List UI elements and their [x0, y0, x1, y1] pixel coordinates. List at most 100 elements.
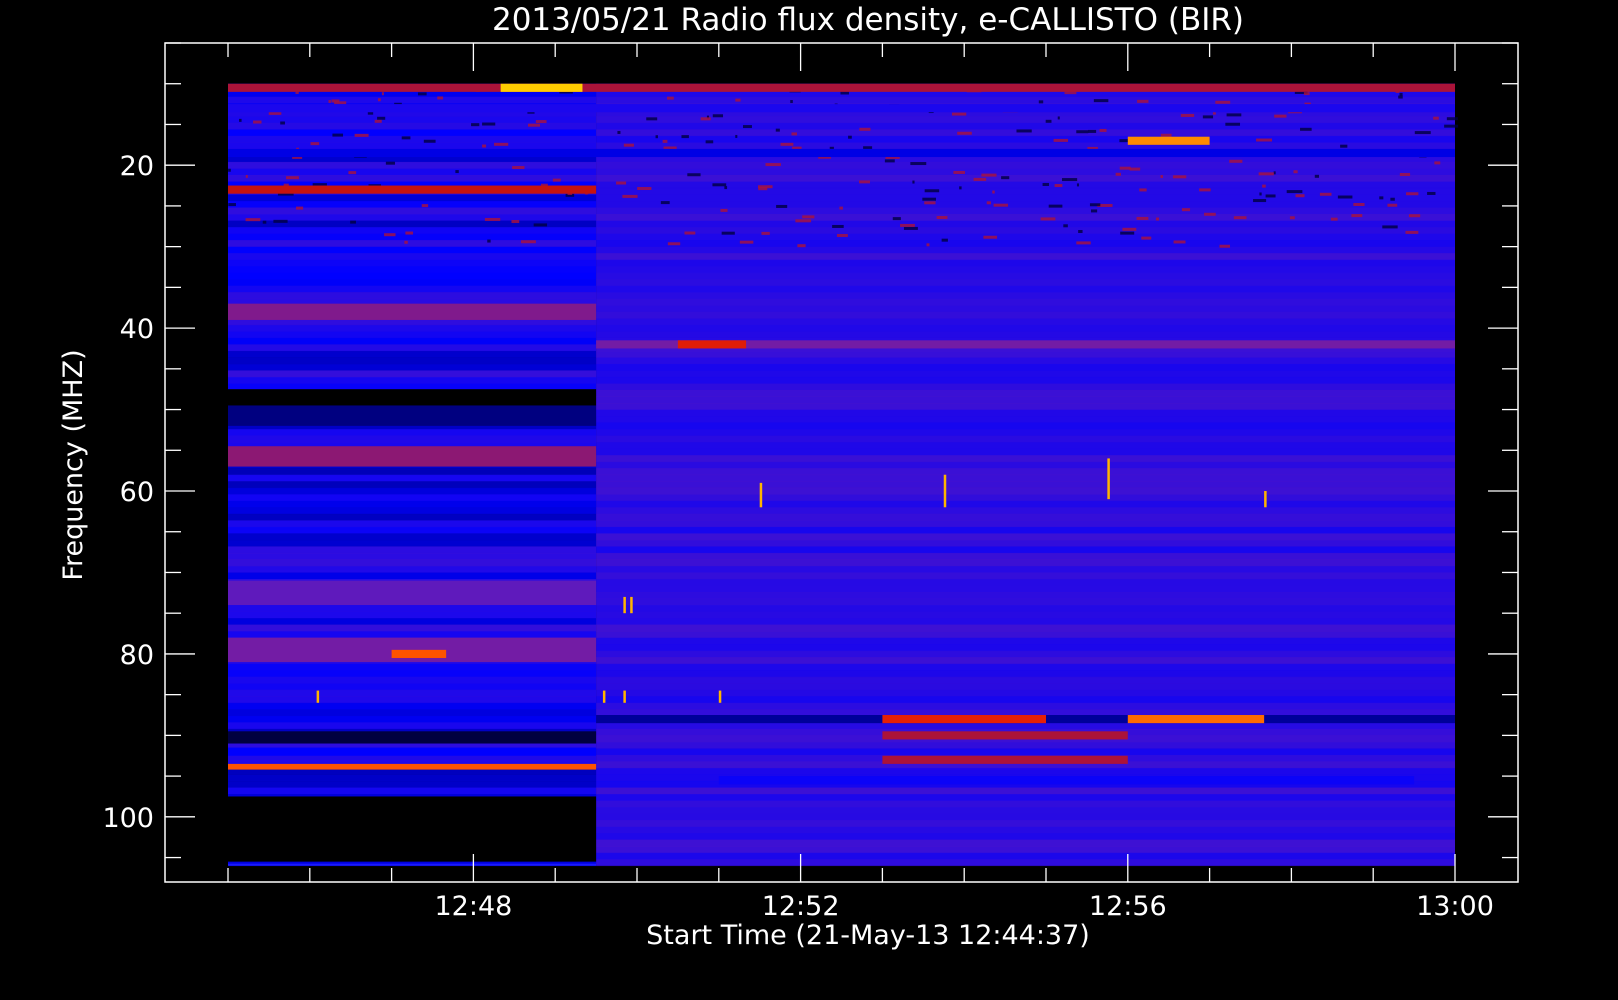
noise-speckle [735, 98, 741, 102]
noise-speckle [1199, 188, 1211, 192]
noise-speckle [1141, 236, 1152, 240]
noise-row [596, 800, 1455, 808]
noise-speckle [245, 174, 248, 178]
noise-speckle [1314, 174, 1320, 178]
noise-row [596, 598, 1455, 606]
noise-speckle [228, 203, 236, 207]
noise-row [596, 670, 1455, 678]
noise-row [596, 487, 1455, 495]
noise-row [228, 207, 597, 215]
noise-row [596, 611, 1455, 619]
noise-speckle [1256, 138, 1273, 142]
noise-speckle [1120, 231, 1135, 235]
noise-row [596, 826, 1455, 834]
noise-speckle [385, 161, 395, 165]
noise-speckle [1180, 113, 1195, 117]
noise-speckle [1076, 241, 1091, 245]
noise-speckle [520, 240, 536, 244]
noise-speckle [765, 163, 781, 167]
noise-speckle [992, 190, 995, 194]
noise-row [596, 722, 1455, 730]
noise-row [596, 624, 1455, 632]
noise-speckle [776, 204, 788, 208]
noise-row [596, 324, 1455, 332]
noise-speckle [1139, 188, 1147, 192]
noise-speckle [1382, 225, 1398, 229]
noise-speckle [1295, 194, 1305, 198]
spectrogram-band [228, 731, 597, 744]
noise-speckle [1119, 166, 1131, 170]
noise-row [228, 168, 597, 176]
noise-row [596, 767, 1455, 775]
noise-speckle [354, 133, 369, 137]
spectrogram-band [391, 649, 447, 658]
spectrogram-band [228, 83, 1455, 92]
noise-speckle [1353, 202, 1365, 206]
noise-speckle [912, 180, 915, 184]
noise-row [596, 741, 1455, 749]
spectrogram-band [500, 83, 583, 92]
noise-speckle [687, 173, 701, 177]
noise-row [596, 572, 1455, 580]
noise-row [596, 787, 1455, 795]
noise-speckle [1160, 133, 1172, 137]
noise-row [228, 754, 597, 762]
noise-row [228, 370, 597, 378]
noise-speckle [903, 226, 918, 230]
noise-row [596, 422, 1455, 430]
noise-row [596, 246, 1455, 254]
noise-speckle [484, 217, 501, 221]
noise-row [228, 135, 597, 143]
chart-title: 2013/05/21 Radio flux density, e-CALLIST… [492, 2, 1244, 38]
noise-speckle [637, 187, 652, 191]
noise-speckle [1089, 203, 1101, 207]
noise-speckle [1122, 227, 1137, 231]
noise-row [228, 259, 597, 267]
noise-speckle [535, 120, 547, 124]
x-axis-label: Start Time (21-May-13 12:44:37) [646, 920, 1090, 951]
noise-speckle [720, 208, 728, 212]
noise-row [228, 559, 597, 567]
noise-speckle [1202, 115, 1214, 119]
noise-row [596, 689, 1455, 697]
noise-speckle [1076, 183, 1080, 187]
noise-speckle [1399, 172, 1411, 176]
noise-speckle [859, 127, 871, 131]
noise-row [228, 357, 597, 365]
noise-speckle [757, 185, 773, 189]
noise-speckle [401, 136, 411, 140]
noise-row [228, 279, 597, 287]
noise-speckle [482, 122, 496, 126]
noise-row [596, 559, 1455, 567]
noise-speckle [377, 116, 386, 120]
noise-speckle [775, 128, 780, 132]
noise-row [228, 683, 597, 691]
noise-speckle [1038, 100, 1044, 104]
noise-row [596, 474, 1455, 482]
noise-row [228, 468, 597, 476]
noise-row [596, 376, 1455, 384]
noise-speckle [712, 114, 724, 118]
noise-row [596, 448, 1455, 456]
noise-row [228, 233, 597, 241]
noise-row [228, 572, 597, 580]
noise-row [596, 592, 1455, 599]
noise-speckle [926, 243, 930, 247]
noise-row [228, 337, 597, 345]
spectrogram-band [882, 755, 1128, 764]
noise-row [228, 663, 597, 671]
noise-row [596, 605, 1455, 612]
noise-row [228, 344, 597, 352]
noise-speckle [617, 130, 621, 134]
noise-speckle [253, 120, 262, 124]
noise-row [596, 122, 1455, 130]
noise-row [228, 292, 597, 300]
spectrogram-spike [623, 690, 626, 703]
noise-speckle [1387, 203, 1398, 207]
noise-speckle [700, 117, 711, 121]
noise-row [596, 357, 1455, 365]
noise-speckle [892, 217, 901, 221]
noise-row [596, 96, 1455, 104]
noise-row [596, 161, 1455, 169]
noise-row [596, 578, 1455, 586]
